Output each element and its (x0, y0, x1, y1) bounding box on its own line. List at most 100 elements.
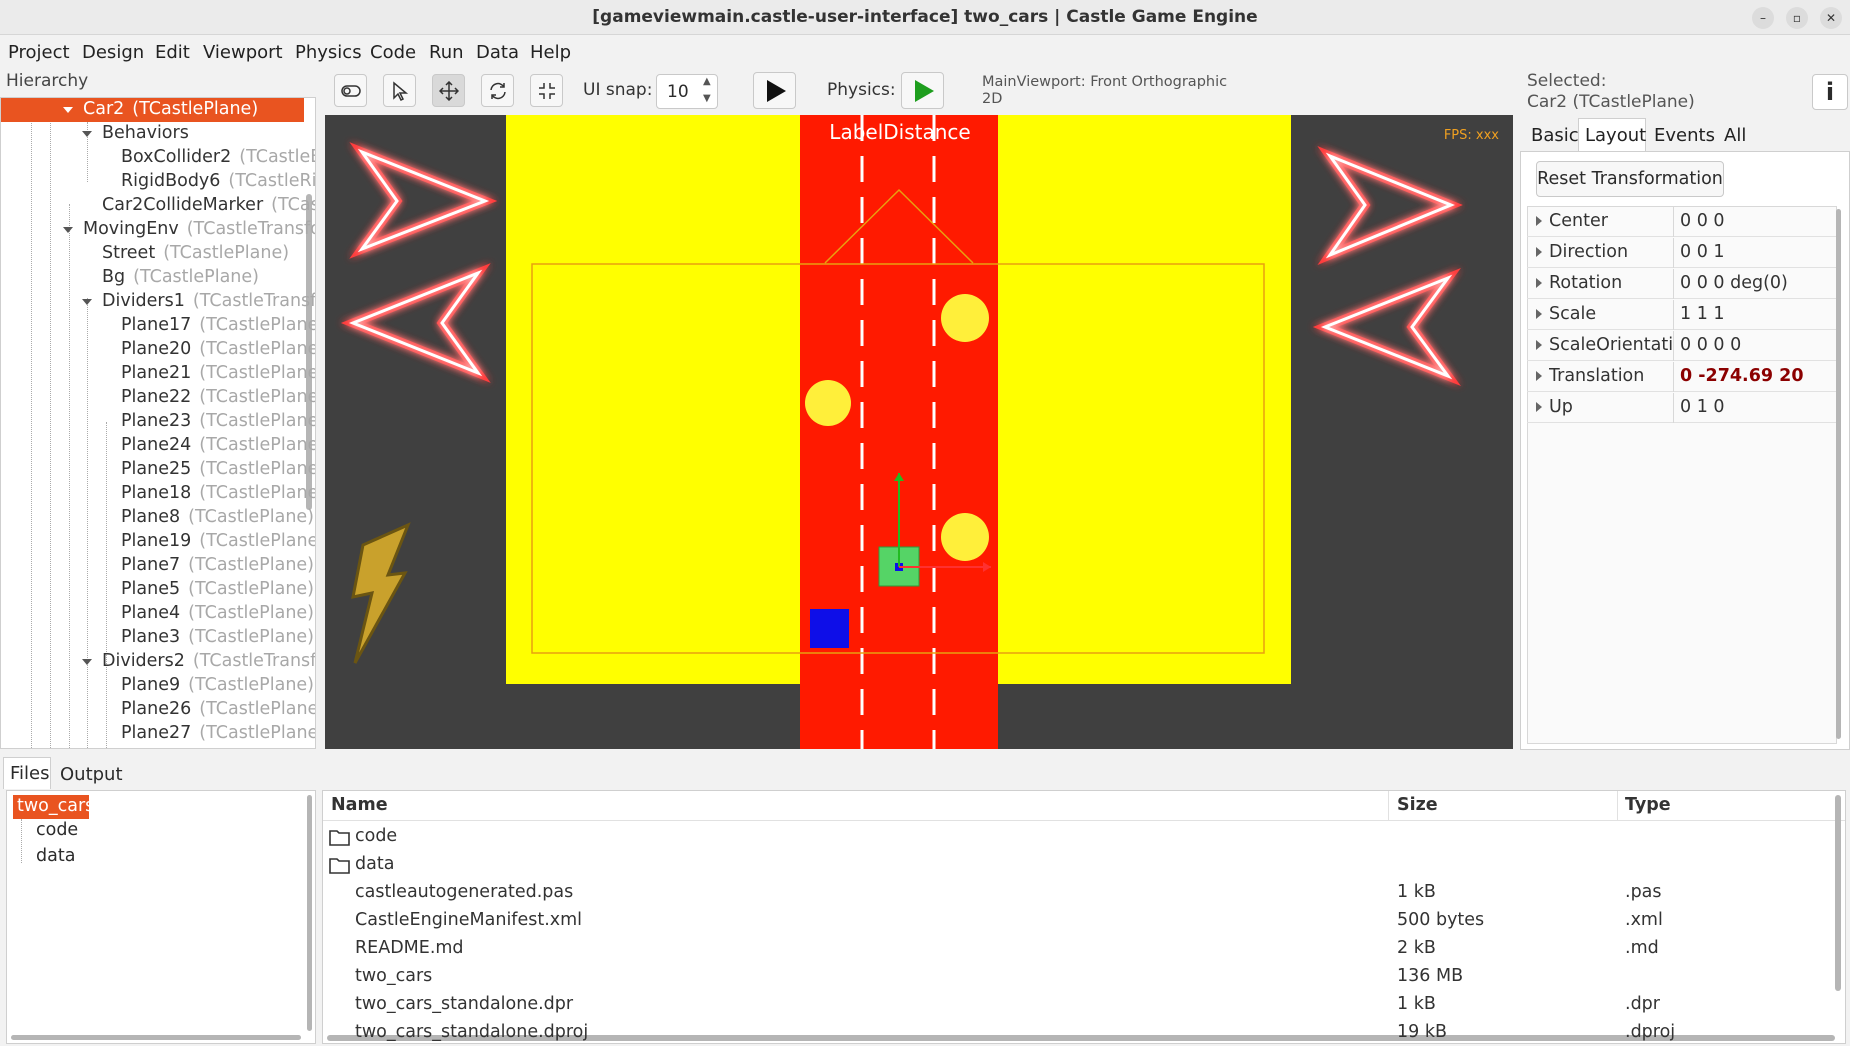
hierarchy-item[interactable]: Plane26 (TCastlePlane) (1, 698, 315, 722)
menu-design[interactable]: Design (82, 42, 144, 63)
tree-item-two-cars[interactable]: two_cars (13, 795, 94, 819)
hierarchy-item[interactable]: Plane9 (TCastlePlane) (1, 674, 315, 698)
minimize-button[interactable]: – (1752, 7, 1774, 29)
property-value[interactable]: 0 -274.69 20 (1680, 366, 1804, 386)
select-tool-button[interactable] (383, 74, 416, 107)
hierarchy-item[interactable]: MovingEnv (TCastleTransform) (1, 218, 315, 242)
property-row[interactable]: Translation 0 -274.69 20 (1527, 362, 1837, 392)
hierarchy-item[interactable]: Plane19 (TCastlePlane) (1, 530, 315, 554)
tab-layout-active[interactable]: Layout (1578, 118, 1646, 152)
tree-item-code[interactable]: code (36, 820, 78, 840)
hierarchy-item[interactable]: Car2CollideMarker (TCastleTransform) (1, 194, 315, 218)
property-value[interactable]: 0 0 0 (1680, 211, 1725, 231)
hierarchy-item[interactable]: Plane8 (TCastlePlane) (1, 506, 315, 530)
hierarchy-item[interactable]: Car2 (TCastlePlane) (1, 98, 304, 122)
spin-down-icon[interactable]: ▼ (703, 93, 711, 104)
hierarchy-item[interactable]: Plane25 (TCastlePlane) (1, 458, 315, 482)
design-viewport[interactable]: LabelDistance FPS: xxx (325, 115, 1513, 749)
hierarchy-item[interactable]: Plane17 (TCastlePlane) (1, 314, 315, 338)
file-row[interactable]: two_cars_standalone.dpr 1 kB .dpr (323, 991, 1823, 1019)
property-value[interactable]: 0 0 1 (1680, 242, 1725, 262)
file-row[interactable]: castleautogenerated.pas 1 kB .pas (323, 879, 1823, 907)
expand-triangle-icon[interactable] (63, 227, 73, 233)
file-row[interactable]: two_cars 136 MB (323, 963, 1823, 991)
menu-code[interactable]: Code (370, 42, 416, 63)
expand-arrow-icon[interactable] (1536, 309, 1542, 319)
column-size[interactable]: Size (1397, 795, 1438, 825)
hierarchy-item[interactable]: Dividers2 (TCastleTransform) (1, 650, 315, 674)
property-row[interactable]: Direction 0 0 1 (1527, 238, 1837, 268)
hierarchy-item[interactable]: Plane7 (TCastlePlane) (1, 554, 315, 578)
hierarchy-item[interactable]: RigidBody6 (TCastleRigidBody) (1, 170, 315, 194)
expand-arrow-icon[interactable] (1536, 402, 1542, 412)
file-tree-hscrollbar[interactable] (11, 1035, 301, 1040)
hierarchy-tree[interactable]: Car2 (TCastlePlane) Behaviors BoxCollider2 (… (0, 97, 316, 749)
maximize-button[interactable]: ▫ (1786, 7, 1808, 29)
hierarchy-item[interactable]: Plane5 (TCastlePlane) (1, 578, 315, 602)
property-value[interactable]: 0 1 0 (1680, 397, 1725, 417)
ui-snap-spinner[interactable]: 10 ▲ ▼ (656, 74, 718, 109)
property-row[interactable]: ScaleOrientation 0 0 0 0 (1527, 331, 1837, 361)
expand-triangle-icon[interactable] (82, 131, 92, 137)
physics-play-button[interactable] (901, 72, 944, 109)
file-row[interactable]: README.md 2 kB .md (323, 935, 1823, 963)
spin-up-icon[interactable]: ▲ (703, 76, 711, 87)
hierarchy-item[interactable]: Plane24 (TCastlePlane) (1, 434, 315, 458)
expand-arrow-icon[interactable] (1536, 278, 1542, 288)
hierarchy-item[interactable]: Plane22 (TCastlePlane) (1, 386, 315, 410)
menu-help[interactable]: Help (530, 42, 571, 63)
coin-3[interactable] (941, 513, 989, 561)
file-tree[interactable]: two_cars code data (6, 790, 316, 1044)
expand-arrow-icon[interactable] (1536, 216, 1542, 226)
column-name[interactable]: Name (331, 795, 388, 825)
expand-triangle-icon[interactable] (63, 107, 73, 113)
expand-arrow-icon[interactable] (1536, 340, 1542, 350)
menu-run[interactable]: Run (429, 42, 464, 63)
tab-events[interactable]: Events (1654, 125, 1715, 146)
menu-project[interactable]: Project (8, 42, 70, 63)
toggle-interact-button[interactable] (334, 74, 367, 107)
rotate-tool-button[interactable] (481, 74, 514, 107)
reset-transformation-button[interactable]: Reset Transformation (1536, 161, 1724, 197)
menu-physics[interactable]: Physics (295, 42, 362, 63)
tab-files-active[interactable]: Files (3, 757, 51, 789)
column-type[interactable]: Type (1625, 795, 1671, 825)
hierarchy-item[interactable]: Plane27 (TCastlePlane) (1, 722, 315, 746)
tab-basic[interactable]: Basic (1531, 125, 1579, 146)
property-value[interactable]: 0 0 0 deg(0) (1680, 273, 1788, 293)
property-row[interactable]: Rotation 0 0 0 deg(0) (1527, 269, 1837, 299)
expand-triangle-icon[interactable] (82, 299, 92, 305)
run-button[interactable] (753, 72, 796, 109)
scale-tool-button[interactable] (530, 74, 563, 107)
tab-output[interactable]: Output (60, 764, 123, 785)
file-row[interactable]: CastleEngineManifest.xml 500 bytes .xml (323, 907, 1823, 935)
close-button[interactable]: ✕ (1820, 7, 1842, 29)
car1-plane[interactable] (810, 609, 849, 648)
label-distance[interactable]: LabelDistance (815, 120, 985, 144)
lightning-bolt-icon[interactable] (351, 522, 411, 664)
file-row[interactable]: code (323, 823, 1823, 851)
tab-all[interactable]: All (1724, 125, 1746, 146)
coin-1[interactable] (941, 294, 989, 342)
hierarchy-item[interactable]: Plane21 (TCastlePlane) (1, 362, 315, 386)
hierarchy-item[interactable]: BoxCollider2 (TCastleBoxCollider) (1, 146, 315, 170)
file-list-scrollbar[interactable] (1835, 795, 1841, 991)
file-row[interactable]: data (323, 851, 1823, 879)
menu-edit[interactable]: Edit (155, 42, 190, 63)
coin-2[interactable] (805, 380, 851, 426)
property-value[interactable]: 1 1 1 (1680, 304, 1725, 324)
property-row[interactable]: Center 0 0 0 (1527, 207, 1837, 237)
inspector-scrollbar[interactable] (1836, 209, 1841, 739)
info-button[interactable]: i (1812, 74, 1848, 110)
property-row[interactable]: Up 0 1 0 (1527, 393, 1837, 423)
hierarchy-item[interactable]: Plane18 (TCastlePlane) (1, 482, 315, 506)
hierarchy-item[interactable]: Street (TCastlePlane) (1, 242, 315, 266)
expand-arrow-icon[interactable] (1536, 247, 1542, 257)
menu-data[interactable]: Data (476, 42, 519, 63)
hierarchy-item[interactable]: Plane3 (TCastlePlane) (1, 626, 315, 650)
hierarchy-item[interactable]: Behaviors (1, 122, 315, 146)
file-list[interactable]: Name Size Type code data castleautogenerat… (322, 790, 1846, 1044)
hierarchy-item[interactable]: Plane4 (TCastlePlane) (1, 602, 315, 626)
tree-item-data[interactable]: data (36, 846, 75, 866)
expand-triangle-icon[interactable] (82, 659, 92, 665)
